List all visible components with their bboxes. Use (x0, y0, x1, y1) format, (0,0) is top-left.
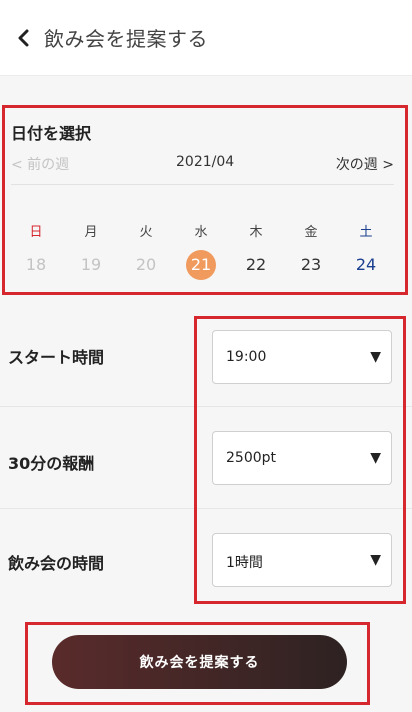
week-navigation: < 前の週 2021/04 次の週 > (11, 154, 394, 178)
prev-week-button[interactable]: < 前の週 (11, 154, 69, 174)
start-time-select[interactable]: 19:00 ▼ (212, 330, 392, 384)
weekday-sun: 日 (29, 225, 43, 240)
triangle-down-icon: ▼ (370, 552, 381, 568)
duration-label: 飲み会の時間 (8, 554, 105, 573)
day-23[interactable]: 23 (291, 250, 331, 280)
start-time-value: 19:00 (226, 349, 267, 365)
date-picker-section: 日付を選択 < 前の週 2021/04 次の週 > 日 月 火 水 木 金 土 … (2, 105, 408, 295)
reward-label: 30分の報酬 (8, 454, 95, 473)
reward-select[interactable]: 2500pt ▼ (212, 431, 392, 485)
submit-section: 飲み会を提案する (25, 622, 370, 705)
start-time-label: スタート時間 (8, 348, 105, 367)
day-20: 20 (135, 255, 157, 274)
day-21-label: 21 (190, 255, 212, 274)
app-header: 飲み会を提案する (0, 0, 412, 76)
weekday-mon: 月 (84, 225, 98, 240)
triangle-down-icon: ▼ (370, 349, 381, 365)
propose-button[interactable]: 飲み会を提案する (52, 635, 347, 689)
day-19: 19 (80, 255, 102, 274)
weekday-tue: 火 (139, 225, 153, 240)
weekday-wed: 水 (194, 225, 208, 240)
weekday-fri: 金 (304, 225, 318, 240)
weekday-thu: 木 (249, 225, 263, 240)
month-label: 2021/04 (176, 154, 235, 170)
date-section-title: 日付を選択 (11, 124, 92, 143)
weekday-sat: 土 (359, 225, 373, 240)
day-24[interactable]: 24 (346, 250, 386, 280)
reward-value: 2500pt (226, 450, 277, 466)
day-21-selected[interactable]: 21 (181, 250, 221, 280)
day-22[interactable]: 22 (236, 250, 276, 280)
duration-select[interactable]: 1時間 ▼ (212, 533, 392, 587)
week-nav-divider (11, 184, 394, 185)
next-week-button[interactable]: 次の週 > (336, 154, 394, 174)
back-chevron-icon[interactable] (4, 18, 44, 58)
form-selects-group: 19:00 ▼ 2500pt ▼ 1時間 ▼ (194, 316, 406, 604)
triangle-down-icon: ▼ (370, 450, 381, 466)
duration-value: 1時間 (226, 555, 263, 571)
page-title: 飲み会を提案する (44, 27, 208, 51)
day-18: 18 (25, 255, 47, 274)
